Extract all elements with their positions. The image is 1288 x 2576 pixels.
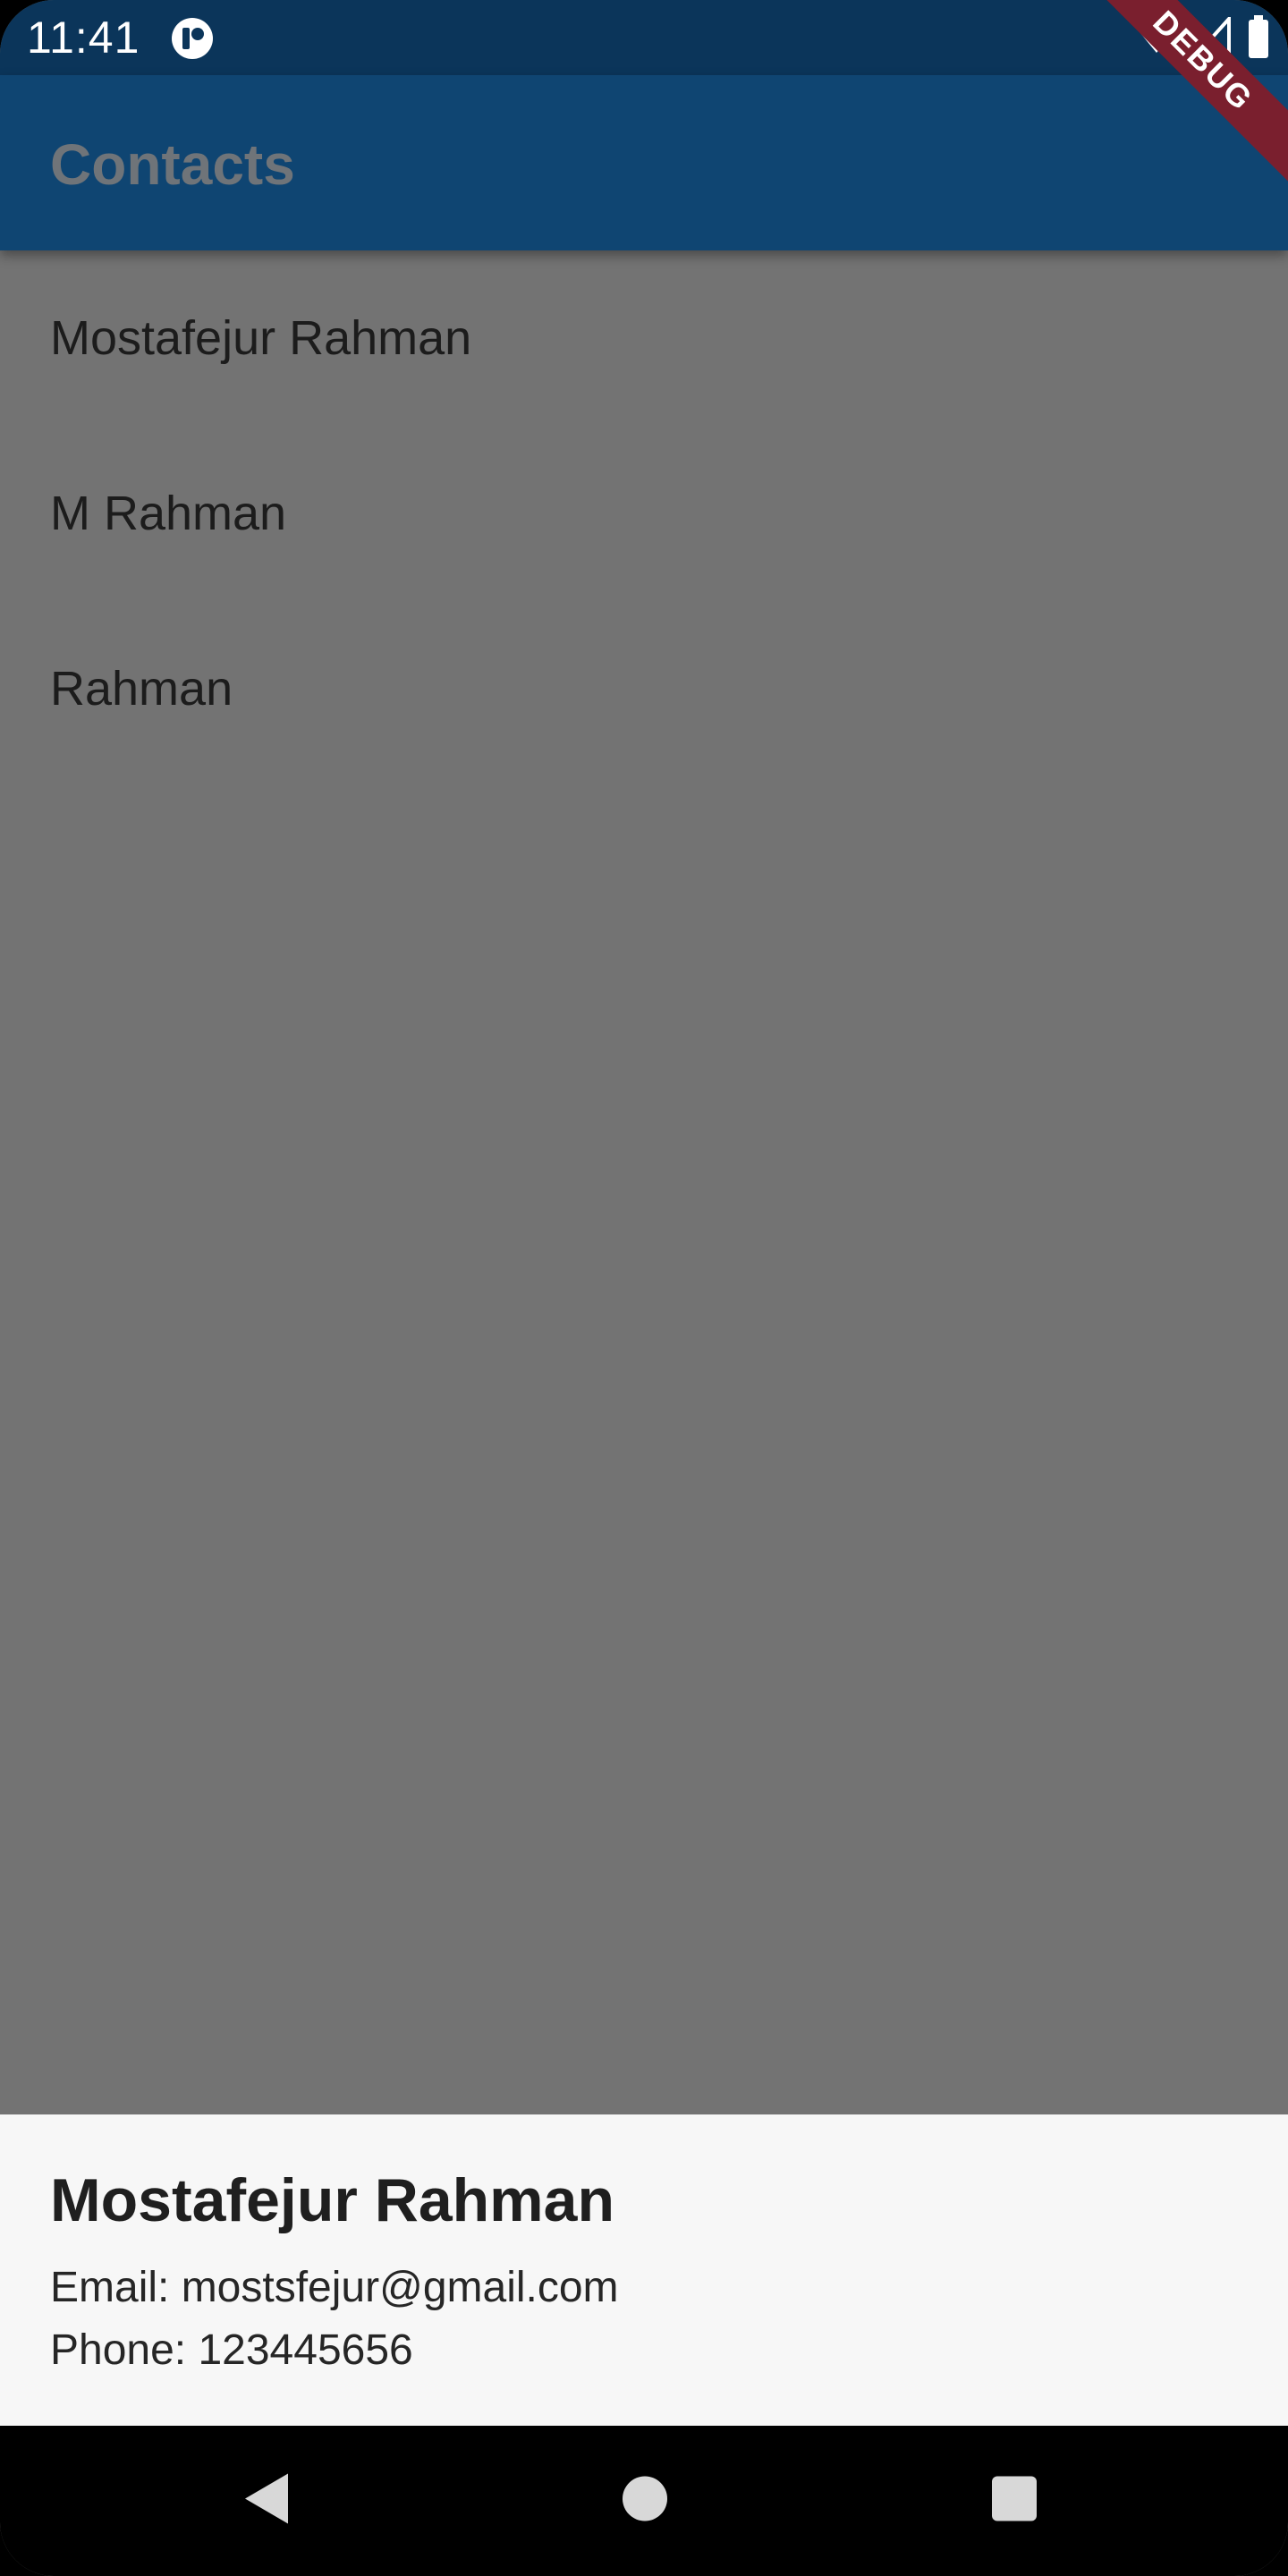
detail-phone: Phone: 123445656 xyxy=(50,2326,413,2374)
phone-screen: 11:41 DEBUG Contacts Mostafejur Rahman M… xyxy=(0,0,1288,2576)
status-time: 11:41 xyxy=(27,13,140,63)
navigation-bar xyxy=(0,2426,1288,2576)
notification-app-icon xyxy=(170,16,215,61)
list-item[interactable]: Rahman xyxy=(0,601,1288,776)
contact-name: M Rahman xyxy=(50,487,287,540)
contact-list: Mostafejur Rahman M Rahman Rahman xyxy=(0,250,1288,776)
list-item[interactable]: Mostafejur Rahman xyxy=(0,250,1288,426)
app-bar: Contacts xyxy=(0,75,1288,250)
battery-icon xyxy=(1247,14,1270,63)
detail-email: Email: mostsfejur@gmail.com xyxy=(50,2264,619,2311)
detail-name: Mostafejur Rahman xyxy=(50,2166,614,2234)
contact-name: Mostafejur Rahman xyxy=(50,311,472,365)
contact-name: Rahman xyxy=(50,662,233,716)
status-bar: 11:41 xyxy=(0,0,1288,75)
page-title: Contacts xyxy=(50,132,295,197)
home-icon[interactable] xyxy=(622,2476,668,2527)
list-item[interactable]: M Rahman xyxy=(0,426,1288,601)
contact-detail-sheet[interactable]: Mostafejur Rahman Email: mostsfejur@gmai… xyxy=(0,2114,1288,2426)
recents-icon[interactable] xyxy=(991,2476,1038,2527)
back-icon[interactable] xyxy=(242,2471,292,2531)
